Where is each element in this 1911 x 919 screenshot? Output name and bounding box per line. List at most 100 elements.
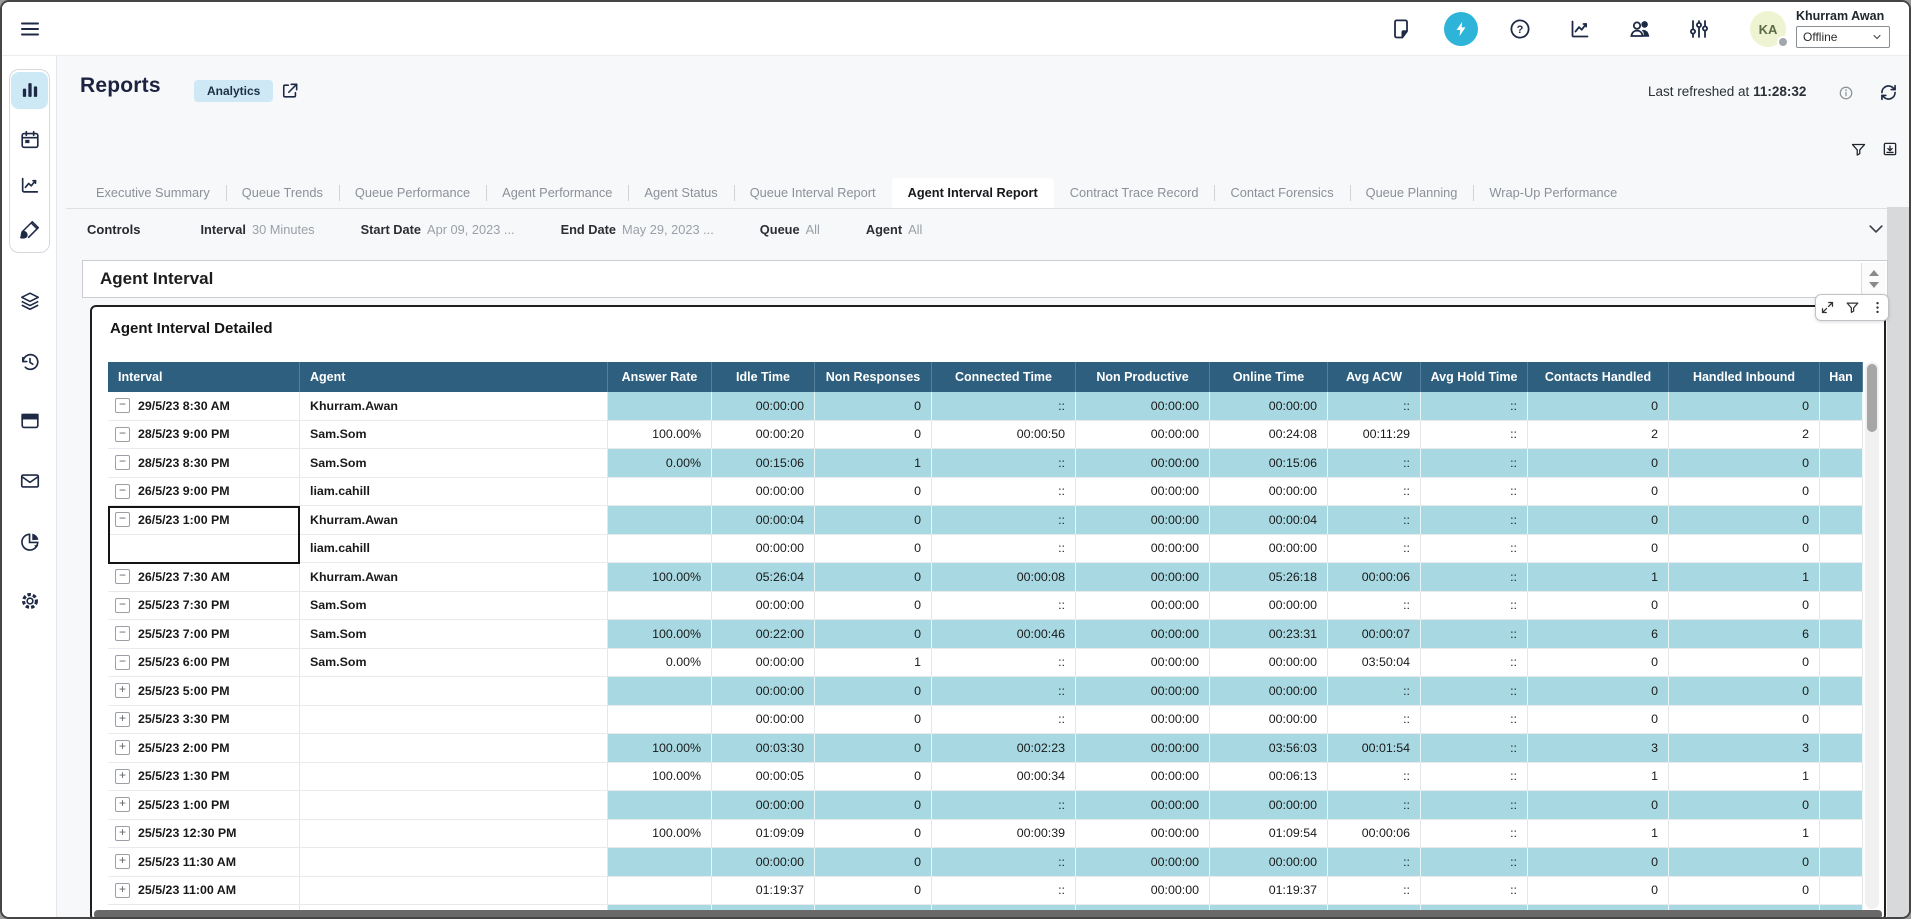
data-cell[interactable]: 00:00:07 xyxy=(1328,620,1421,648)
data-cell[interactable]: 0 xyxy=(1528,791,1669,819)
data-cell[interactable]: 00:00:46 xyxy=(932,620,1076,648)
data-cell[interactable]: :: xyxy=(1328,877,1421,905)
data-cell[interactable] xyxy=(1820,620,1863,648)
data-cell[interactable]: 05:26:04 xyxy=(712,563,815,591)
data-cell[interactable]: 00:00:06 xyxy=(1328,820,1421,848)
interval-cell[interactable]: −25/5/23 7:30 PM xyxy=(108,592,300,620)
tab-queue-trends[interactable]: Queue Trends xyxy=(226,178,339,208)
collapse-row-icon[interactable]: − xyxy=(115,655,130,670)
data-cell[interactable] xyxy=(1820,820,1863,848)
data-cell[interactable]: 00:22:00 xyxy=(712,620,815,648)
data-cell[interactable]: :: xyxy=(1328,449,1421,477)
sidebar-design-brush-icon[interactable] xyxy=(19,219,41,241)
collapse-row-icon[interactable]: − xyxy=(115,598,130,613)
agent-cell[interactable]: Sam.Som xyxy=(300,421,608,449)
notes-icon[interactable] xyxy=(1389,17,1413,41)
data-cell[interactable]: 00:00:34 xyxy=(932,763,1076,791)
data-cell[interactable]: 00:00:00 xyxy=(1076,449,1210,477)
data-cell[interactable]: :: xyxy=(1421,535,1528,563)
data-cell[interactable] xyxy=(608,848,712,876)
data-cell[interactable]: :: xyxy=(1421,478,1528,506)
widget-filter-icon[interactable] xyxy=(1845,300,1860,315)
data-cell[interactable]: :: xyxy=(1421,620,1528,648)
data-cell[interactable]: 00:00:00 xyxy=(1076,820,1210,848)
interval-cell[interactable]: +25/5/23 11:00 AM xyxy=(108,877,300,905)
column-header-answer-rate[interactable]: Answer Rate xyxy=(608,362,712,392)
data-cell[interactable]: 0 xyxy=(1669,791,1820,819)
data-cell[interactable]: :: xyxy=(1421,649,1528,677)
data-cell[interactable]: 1 xyxy=(1669,763,1820,791)
data-cell[interactable]: 1 xyxy=(1669,563,1820,591)
data-cell[interactable] xyxy=(1820,478,1863,506)
data-cell[interactable]: 00:00:00 xyxy=(712,649,815,677)
data-cell[interactable]: :: xyxy=(932,877,1076,905)
data-cell[interactable]: 00:00:00 xyxy=(1076,706,1210,734)
data-cell[interactable]: 00:00:05 xyxy=(712,763,815,791)
data-cell[interactable]: 00:15:06 xyxy=(712,449,815,477)
control-queue[interactable]: QueueAll xyxy=(760,222,820,237)
data-cell[interactable]: :: xyxy=(1421,848,1528,876)
download-icon[interactable] xyxy=(1881,140,1899,158)
data-cell[interactable]: :: xyxy=(1421,421,1528,449)
data-cell[interactable]: 6 xyxy=(1528,620,1669,648)
interval-cell[interactable]: +25/5/23 3:30 PM xyxy=(108,706,300,734)
data-cell[interactable]: 00:00:00 xyxy=(1210,535,1328,563)
data-cell[interactable]: 00:06:13 xyxy=(1210,763,1328,791)
tab-executive-summary[interactable]: Executive Summary xyxy=(80,178,226,208)
preferences-sliders-icon[interactable] xyxy=(1687,17,1711,41)
agent-cell[interactable] xyxy=(300,677,608,705)
data-cell[interactable] xyxy=(608,506,712,534)
data-cell[interactable]: :: xyxy=(932,506,1076,534)
data-cell[interactable]: 100.00% xyxy=(608,563,712,591)
collapse-row-icon[interactable]: − xyxy=(115,626,130,641)
data-cell[interactable]: 0 xyxy=(1669,535,1820,563)
agent-cell[interactable]: Sam.Som xyxy=(300,620,608,648)
data-cell[interactable]: :: xyxy=(1421,820,1528,848)
data-cell[interactable]: 00:00:00 xyxy=(1210,791,1328,819)
data-cell[interactable]: 100.00% xyxy=(608,421,712,449)
data-cell[interactable]: 01:19:37 xyxy=(1210,877,1328,905)
data-cell[interactable] xyxy=(1820,734,1863,762)
expand-widget-icon[interactable] xyxy=(1820,300,1835,315)
sidebar-reports-icon[interactable] xyxy=(19,79,41,101)
data-cell[interactable]: 0 xyxy=(1669,449,1820,477)
data-cell[interactable]: :: xyxy=(1421,734,1528,762)
data-cell[interactable]: 00:00:00 xyxy=(1076,677,1210,705)
data-cell[interactable]: :: xyxy=(1328,677,1421,705)
data-cell[interactable]: :: xyxy=(1421,506,1528,534)
agent-cell[interactable]: Khurram.Awan xyxy=(300,392,608,420)
agent-cell[interactable]: Sam.Som xyxy=(300,649,608,677)
sidebar-browser-icon[interactable] xyxy=(19,410,41,432)
controls-collapse-chevron-icon[interactable] xyxy=(1866,219,1886,239)
expand-row-icon[interactable]: + xyxy=(115,769,130,784)
collapse-row-icon[interactable]: − xyxy=(115,484,130,499)
expand-row-icon[interactable]: + xyxy=(115,797,130,812)
menu-icon[interactable] xyxy=(18,17,42,41)
external-link-icon[interactable] xyxy=(280,81,300,101)
data-cell[interactable]: 0 xyxy=(815,706,932,734)
data-cell[interactable]: 3 xyxy=(1528,734,1669,762)
agent-cell[interactable]: Sam.Som xyxy=(300,449,608,477)
data-cell[interactable]: 0 xyxy=(815,877,932,905)
column-header-idle-time[interactable]: Idle Time xyxy=(712,362,815,392)
data-cell[interactable]: 0 xyxy=(1669,649,1820,677)
column-header-online-time[interactable]: Online Time xyxy=(1210,362,1328,392)
collapse-row-icon[interactable]: − xyxy=(115,512,130,527)
agent-cell[interactable] xyxy=(300,877,608,905)
agent-cell[interactable] xyxy=(300,791,608,819)
data-cell[interactable]: 0.00% xyxy=(608,649,712,677)
data-cell[interactable]: 1 xyxy=(1528,763,1669,791)
data-cell[interactable]: 0 xyxy=(1669,848,1820,876)
expand-row-icon[interactable]: + xyxy=(115,883,130,898)
quick-connects-icon[interactable] xyxy=(1444,12,1478,46)
data-cell[interactable]: 1 xyxy=(1528,563,1669,591)
tab-contact-forensics[interactable]: Contact Forensics xyxy=(1214,178,1349,208)
column-header-avg-hold-time[interactable]: Avg Hold Time xyxy=(1421,362,1528,392)
column-header-contacts-handled[interactable]: Contacts Handled xyxy=(1528,362,1669,392)
data-cell[interactable]: 00:00:00 xyxy=(1076,392,1210,420)
table-horizontal-scrollbar[interactable] xyxy=(94,910,1882,919)
interval-cell[interactable]: −28/5/23 9:00 PM xyxy=(108,421,300,449)
interval-cell[interactable]: +25/5/23 5:00 PM xyxy=(108,677,300,705)
tab-wrap-up-performance[interactable]: Wrap-Up Performance xyxy=(1473,178,1633,208)
data-cell[interactable] xyxy=(608,592,712,620)
